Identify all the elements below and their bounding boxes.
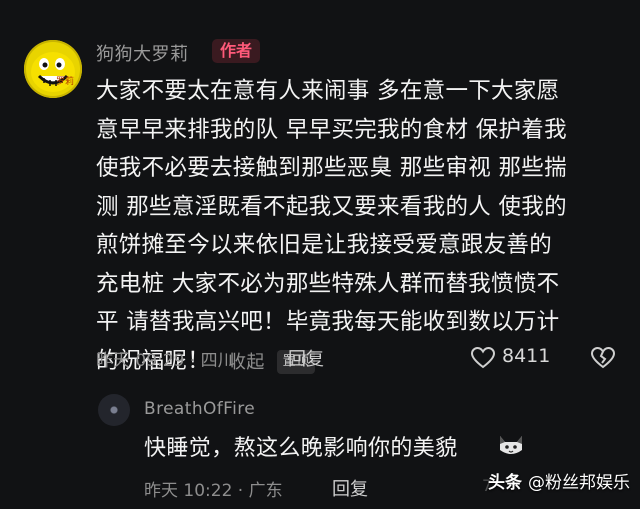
dog-face-icon (31, 52, 75, 92)
watermark-brand: 头条 (488, 473, 522, 493)
reply-author-avatar[interactable] (98, 394, 130, 426)
comment-line: 意早早来排我的队 早早买完我的食材 保护着我 (96, 116, 567, 143)
comment-line: 大家不要太在意有人来闹事 多在意一下大家愿 (96, 78, 560, 104)
author-avatar[interactable]: 罗莉 (24, 40, 82, 98)
reply-time-location: 昨天 10:22 · 广东 (144, 481, 283, 501)
comment-line: 使我不必要去接触到那些恶臭 那些审视 那些揣 (96, 155, 567, 181)
cat-emoji-icon (500, 436, 522, 454)
watermark-account: @粉丝邦娱乐 (528, 473, 630, 493)
comment-line: 平 请替我高兴吧！毕竟我每天能收到数以万计 (96, 309, 560, 335)
reply-button[interactable]: 回复 (288, 345, 324, 371)
comment-line: 充电桩 大家不必为那些特殊人群而替我愤愤不 (96, 270, 560, 297)
author-badge: 作者 (212, 39, 261, 63)
like-count: 8411 (502, 345, 551, 367)
reply-author-name[interactable]: BreathOfFire (144, 399, 255, 419)
comment-line: 测 那些意淫既看不起我又要来看我的人 使我的 (96, 193, 567, 220)
comment-author-name[interactable]: 狗狗大罗莉 (96, 40, 189, 66)
watermark: 头条 @粉丝邦娱乐 (488, 468, 630, 493)
heart-icon[interactable] (470, 346, 496, 370)
comment-time-location: 昨天 09:29 · 四川 (96, 351, 235, 371)
reply-body: 快睡觉，熬这么晚影响你的美貌 (144, 436, 458, 461)
comment-body: 大家不要太在意有人来闹事 多在意一下大家愿 意早早来排我的队 早早买完我的食材 … (96, 72, 616, 382)
broken-heart-icon[interactable] (590, 346, 616, 370)
avatar-tag: 罗莉 (55, 77, 74, 87)
reply-reply-button[interactable]: 回复 (332, 475, 368, 501)
comment-line: 煎饼摊至今以来依旧是让我接受爱意跟友善的 (96, 232, 553, 258)
